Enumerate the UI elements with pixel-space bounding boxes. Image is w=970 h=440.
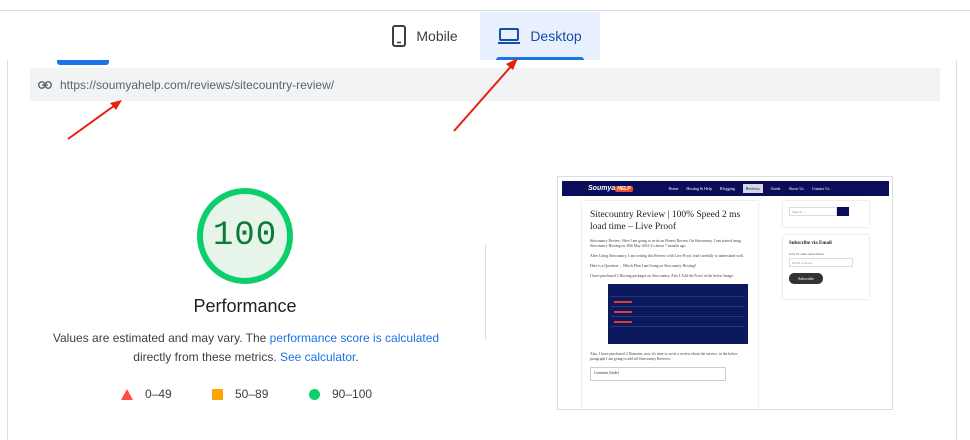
phone-icon [392, 25, 407, 47]
performance-score-value: 100 [212, 217, 278, 255]
preview-paragraph: Here is a Question… Which Plan I am Usin… [590, 264, 697, 268]
preview-nav-item: Home [668, 186, 679, 191]
preview-search-widget: Search ... [783, 201, 869, 227]
tab-mobile[interactable]: Mobile [370, 12, 480, 60]
final-screenshot-thumbnail[interactable]: Soumya HELP Home Hosting & Help Blogging … [557, 176, 893, 410]
preview-nav-item: Guide [770, 186, 781, 191]
link-icon [38, 80, 52, 89]
vertical-divider [485, 244, 486, 340]
legend-average-range: 50–89 [235, 387, 269, 401]
preview-search-input: Search ... [789, 207, 837, 216]
preview-nav-item: Hosting & Help [686, 186, 712, 191]
tested-url[interactable]: https://soumyahelp.com/reviews/sitecount… [60, 78, 334, 92]
preview-subscribe-title: Subscribe via Email [789, 241, 832, 246]
score-note: Values are estimated and may vary. The p… [40, 329, 452, 367]
score-calculated-link[interactable]: performance score is calculated [270, 331, 439, 345]
annotation-arrow-url [67, 100, 122, 140]
annotation-arrow-desktop [453, 58, 518, 132]
preview-article: Sitecountry Review | 100% Speed 2 ms loa… [582, 201, 758, 409]
performance-score-gauge: 100 [197, 188, 293, 284]
preview-email-input: Email Address [789, 258, 853, 267]
preview-paragraph: I have purchased 3 Hosting packages on S… [590, 274, 734, 278]
note-middle: directly from these metrics. [133, 350, 280, 364]
legend-pass: 90–100 [309, 387, 372, 401]
see-calculator-link[interactable]: See calculator [280, 350, 355, 364]
note-suffix: . [355, 350, 359, 364]
preview-paragraph: Sitecountry Review: Here I am going to w… [590, 239, 742, 248]
note-prefix: Values are estimated and may vary. The [52, 331, 270, 345]
preview-paragraph: Also, I have purchased 4 Domains, now it… [590, 352, 738, 361]
tab-desktop-label: Desktop [530, 28, 582, 44]
tab-desktop[interactable]: Desktop [480, 12, 600, 60]
tab-mobile-label: Mobile [416, 28, 458, 44]
preview-hosting-table-image [608, 284, 748, 344]
preview-article-title: Sitecountry Review | 100% Speed 2 ms loa… [590, 210, 741, 232]
preview-nav-item: Blogging [719, 186, 735, 191]
preview-search-button [837, 207, 849, 216]
preview-subscribe-count: Join 23 other subscribers [789, 252, 824, 256]
preview-nav-item: Contact Us [811, 186, 830, 191]
preview-subscribe-button: Subscribe [789, 273, 823, 284]
top-divider [0, 10, 970, 11]
preview-nav-item: About Us [788, 186, 804, 191]
preview-subscribe-widget: Subscribe via Email Join 23 other subscr… [783, 235, 869, 299]
laptop-icon [498, 28, 521, 44]
preview-nav-item: Reviews [742, 184, 763, 193]
performance-title: Performance [193, 296, 297, 316]
legend-fail: 0–49 [121, 387, 172, 401]
device-tabs: Mobile Desktop [370, 12, 600, 60]
circle-icon [309, 388, 320, 400]
panel-tab-indicator [57, 60, 109, 65]
preview-toc: Contents [hide] [590, 367, 726, 381]
square-icon [212, 388, 223, 400]
legend-pass-range: 90–100 [332, 387, 373, 401]
preview-site-nav: Soumya HELP Home Hosting & Help Blogging … [562, 181, 889, 196]
legend-fail-range: 0–49 [145, 387, 172, 401]
preview-paragraph: After Using Sitecountry, I am writing th… [590, 254, 744, 258]
legend-average: 50–89 [212, 387, 268, 401]
triangle-icon [121, 388, 133, 400]
preview-logo: Soumya HELP [588, 185, 633, 192]
